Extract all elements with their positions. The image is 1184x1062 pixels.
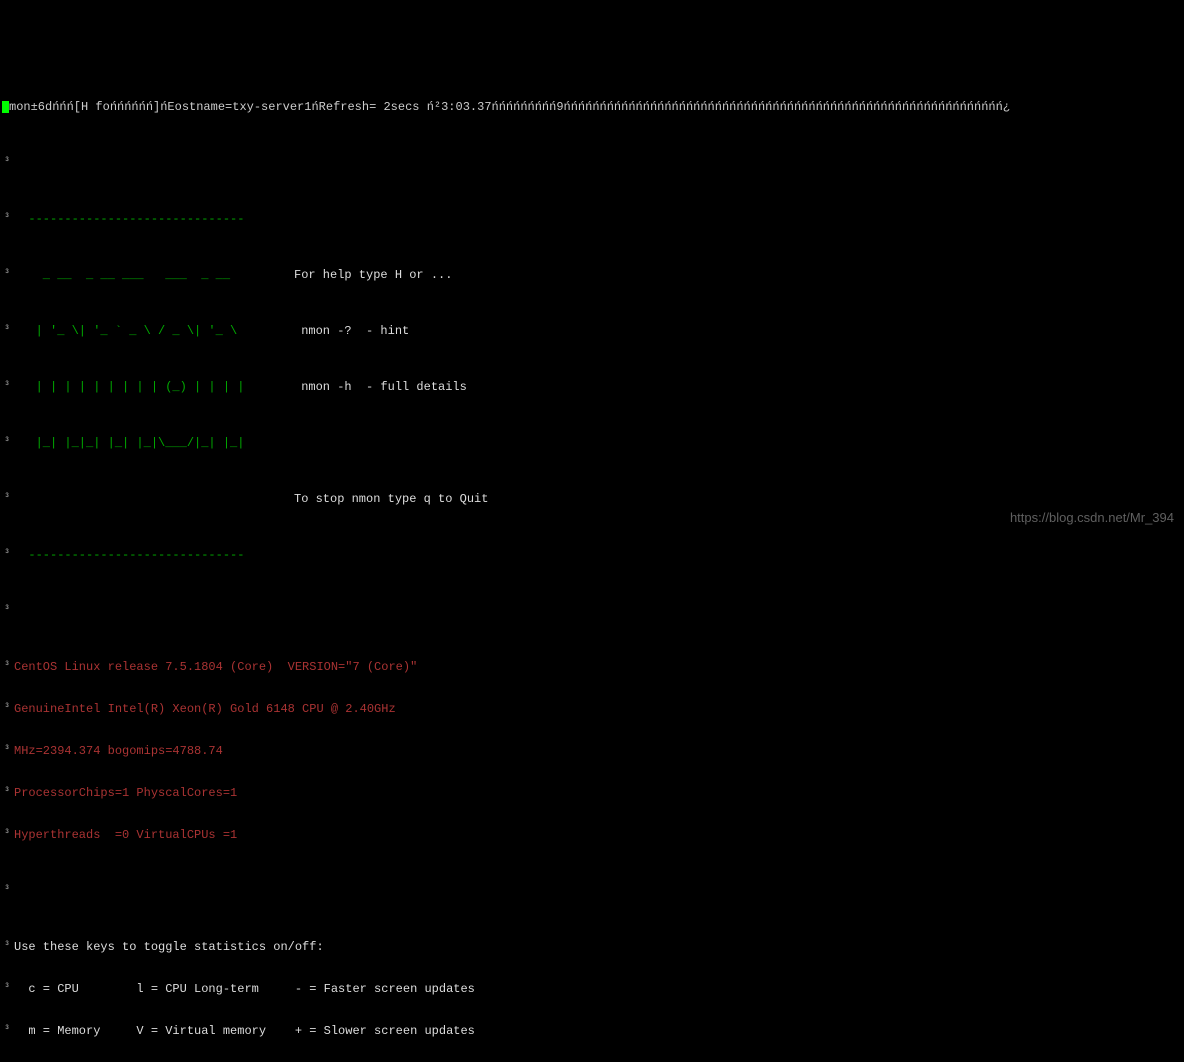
toggle-row1: c = CPU l = CPU Long-term - = Faster scr… (14, 982, 1182, 996)
hostname-value: txy-server1 (232, 100, 311, 114)
sysinfo-os: CentOS Linux release 7.5.1804 (Core) VER… (14, 660, 1182, 674)
ascii-logo-line3: | | | | | | | | | (_) | | | | (14, 380, 244, 394)
help-quit-line: To stop nmon type q to Quit (294, 492, 488, 506)
line-marker: ³ (2, 380, 14, 394)
line-marker: ³ (2, 492, 14, 506)
help-line1: For help type H or ... (294, 268, 452, 282)
ascii-logo-line4: |_| |_|_| |_| |_|\___/|_| |_| (14, 436, 244, 450)
line-marker: ³ (2, 828, 14, 842)
toggle-row2: m = Memory V = Virtual memory + = Slower… (14, 1024, 1182, 1038)
line-marker: ³ (2, 744, 14, 758)
line-marker: ³ (2, 940, 14, 954)
line-marker: ³ (2, 436, 14, 450)
ascii-logo-line2: | '_ \| '_ ` _ \ / _ \| '_ \ (14, 324, 244, 338)
line-marker: ³ (2, 268, 14, 282)
line-marker: ³ (2, 660, 14, 674)
sysinfo-cpu-model: GenuineIntel Intel(R) Xeon(R) Gold 6148 … (14, 702, 1182, 716)
help-line2: nmon -? - hint (294, 324, 409, 338)
help-line3: nmon -h - full details (294, 380, 467, 394)
watermark-text: https://blog.csdn.net/Mr_394 (1010, 511, 1174, 525)
ascii-logo-line1: _ __ _ __ ___ ___ _ __ (14, 268, 244, 282)
line-marker: ³ (2, 1024, 14, 1038)
header-prefix: mon±6dńńń[H fońńńńńń]ńEostname= (9, 100, 232, 114)
sysinfo-chips: ProcessorChips=1 PhyscalCores=1 (14, 786, 1182, 800)
line-marker: ³ (2, 156, 14, 170)
line-marker: ³ (2, 884, 14, 898)
header-suffix: ńńńńńńńńń9ńńńńńńńńńńńńńńńńńńńńńńńńńńńńńń… (492, 100, 1010, 114)
ascii-dash-bottom: ------------------------------ (14, 548, 244, 562)
line-marker: ³ (2, 982, 14, 996)
header-line: mon±6dńńń[H fońńńńńń]ńEostname=txy-serve… (2, 100, 1182, 114)
cursor-icon (2, 101, 9, 113)
line-marker: ³ (2, 548, 14, 562)
line-marker: ³ (2, 786, 14, 800)
terminal-output: mon±6dńńń[H fońńńńńń]ńEostname=txy-serve… (0, 56, 1184, 1062)
toggle-intro: Use these keys to toggle statistics on/o… (14, 940, 1182, 954)
line-marker: ³ (2, 604, 14, 618)
refresh-value: 2secs (376, 100, 426, 114)
sysinfo-mhz: MHz=2394.374 bogomips=4788.74 (14, 744, 1182, 758)
time-value: ń²3:03.37 (427, 100, 492, 114)
line-marker: ³ (2, 324, 14, 338)
ascii-dash-top: ------------------------------ (14, 212, 244, 226)
line-marker: ³ (2, 702, 14, 716)
line-marker: ³ (2, 212, 14, 226)
refresh-label: ńRefresh= (311, 100, 376, 114)
sysinfo-threads: Hyperthreads =0 VirtualCPUs =1 (14, 828, 1182, 842)
